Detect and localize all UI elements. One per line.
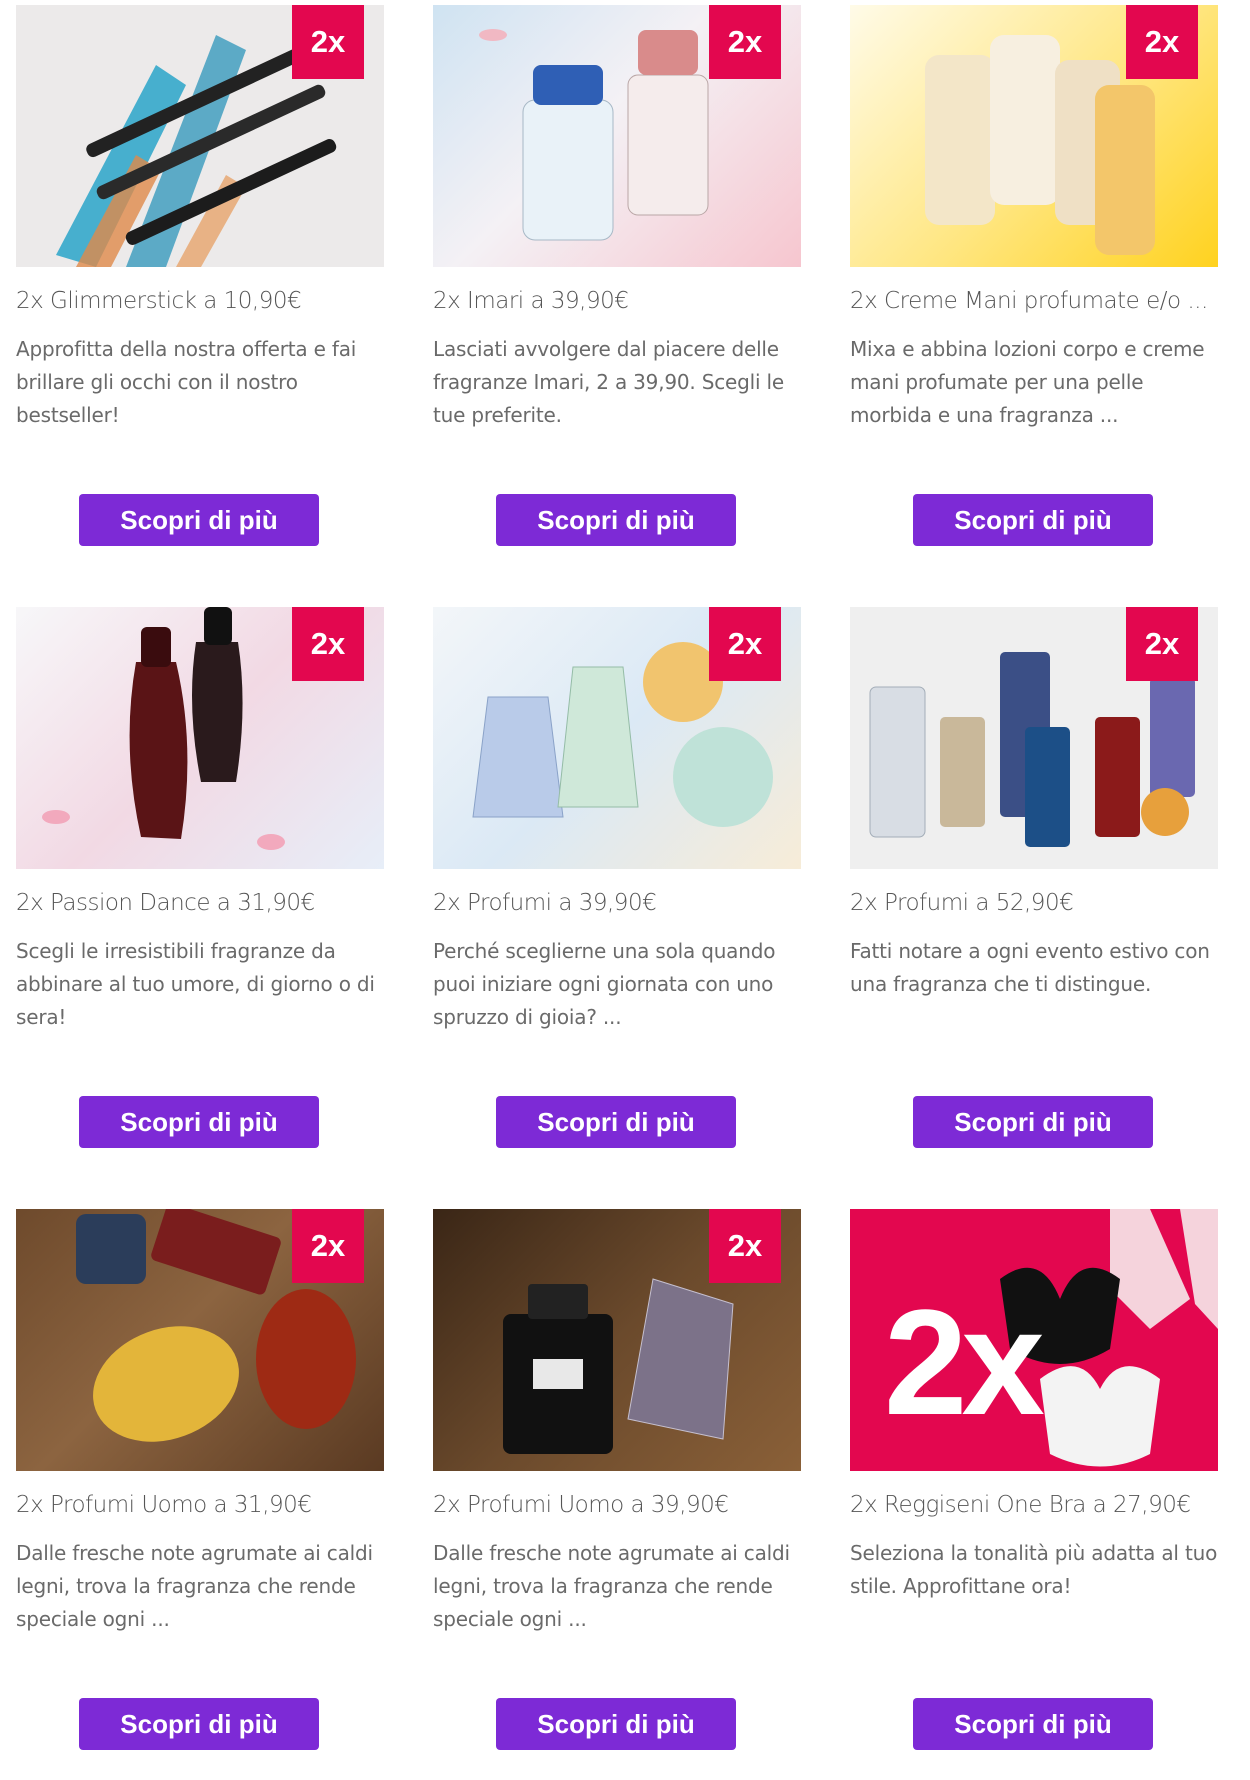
offer-description: Dalle fresche note agrumate ai caldi leg… xyxy=(433,1541,790,1631)
offer-description: Dalle fresche note agrumate ai caldi leg… xyxy=(16,1541,373,1631)
offer-card: 2x 2x Imari a 39,90€ Lasciati avvolgere … xyxy=(433,5,801,546)
offer-card: 2x 2x Profumi a 39,90€ Perché sceglierne… xyxy=(433,607,801,1148)
discover-more-button[interactable]: Scopri di più xyxy=(496,494,736,546)
offer-title[interactable]: 2x Profumi Uomo a 39,90€ xyxy=(433,1489,801,1521)
offer-description: Perché sceglierne una sola quando puoi i… xyxy=(433,939,776,1029)
offer-title[interactable]: 2x Glimmerstick a 10,90€ xyxy=(16,285,384,317)
discover-more-button[interactable]: Scopri di più xyxy=(913,494,1153,546)
offers-grid: 2x 2x Glimmerstick a 10,90€ Approfitta d… xyxy=(0,0,1250,1780)
perfume-bottles-image[interactable]: 2x xyxy=(433,5,801,267)
mens-perfume-image[interactable]: 2x xyxy=(16,1209,384,1471)
perfume-bottles-image[interactable]: 2x xyxy=(850,607,1218,869)
offer-card: 2x 2x Glimmerstick a 10,90€ Approfitta d… xyxy=(16,5,384,546)
offer-card: 2x 2x Profumi Uomo a 39,90€ Dalle fresch… xyxy=(433,1209,801,1750)
offer-card: 2x 2x Passion Dance a 31,90€ Scegli le i… xyxy=(16,607,384,1148)
eyeliner-pencils-image[interactable]: 2x xyxy=(16,5,384,267)
discover-more-button[interactable]: Scopri di più xyxy=(913,1698,1153,1750)
offer-title[interactable]: 2x Profumi Uomo a 31,90€ xyxy=(16,1489,384,1521)
perfume-bottles-image[interactable]: 2x xyxy=(16,607,384,869)
promo-badge: 2x xyxy=(292,607,364,681)
discover-more-button[interactable]: Scopri di più xyxy=(496,1096,736,1148)
promo-badge: 2x xyxy=(1126,5,1198,79)
promo-badge: 2x xyxy=(1126,607,1198,681)
offer-description: Mixa e abbina lozioni corpo e creme mani… xyxy=(850,337,1205,427)
offer-description: Scegli le irresistibili fragranze da abb… xyxy=(16,939,375,1029)
offer-title[interactable]: 2x Passion Dance a 31,90€ xyxy=(16,887,384,919)
offer-card: 2x 2x Profumi a 52,90€ Fatti notare a og… xyxy=(850,607,1218,1148)
offer-title[interactable]: 2x Creme Mani profumate e/o ... xyxy=(850,285,1218,317)
promo-badge: 2x xyxy=(709,5,781,79)
offer-description: Seleziona la tonalità più adatta al tuo … xyxy=(850,1541,1218,1598)
offer-title[interactable]: 2x Imari a 39,90€ xyxy=(433,285,801,317)
offer-card: 2x 2x Creme Mani profumate e/o ... Mixa … xyxy=(850,5,1218,546)
promo-big-label: 2x xyxy=(884,1278,1045,1446)
promo-badge: 2x xyxy=(709,607,781,681)
offer-description: Lasciati avvolgere dal piacere delle fra… xyxy=(433,337,784,427)
offer-card: 2x 2x Profumi Uomo a 31,90€ Dalle fresch… xyxy=(16,1209,384,1750)
bras-image[interactable]: 2x xyxy=(850,1209,1218,1471)
discover-more-button[interactable]: Scopri di più xyxy=(913,1096,1153,1148)
offer-card: 2x 2x Reggiseni One Bra a 27,90€ Selezio… xyxy=(850,1209,1218,1750)
perfume-bottles-image[interactable]: 2x xyxy=(433,607,801,869)
mens-perfume-image[interactable]: 2x xyxy=(433,1209,801,1471)
hand-cream-tubes-image[interactable]: 2x xyxy=(850,5,1218,267)
discover-more-button[interactable]: Scopri di più xyxy=(496,1698,736,1750)
discover-more-button[interactable]: Scopri di più xyxy=(79,494,319,546)
promo-badge: 2x xyxy=(292,1209,364,1283)
offer-title[interactable]: 2x Profumi a 39,90€ xyxy=(433,887,801,919)
discover-more-button[interactable]: Scopri di più xyxy=(79,1096,319,1148)
offer-description: Approfitta della nostra offerta e fai br… xyxy=(16,337,357,427)
offer-title[interactable]: 2x Profumi a 52,90€ xyxy=(850,887,1218,919)
promo-badge: 2x xyxy=(709,1209,781,1283)
discover-more-button[interactable]: Scopri di più xyxy=(79,1698,319,1750)
offer-title[interactable]: 2x Reggiseni One Bra a 27,90€ xyxy=(850,1489,1218,1521)
offer-description: Fatti notare a ogni evento estivo con un… xyxy=(850,939,1210,996)
promo-badge: 2x xyxy=(292,5,364,79)
